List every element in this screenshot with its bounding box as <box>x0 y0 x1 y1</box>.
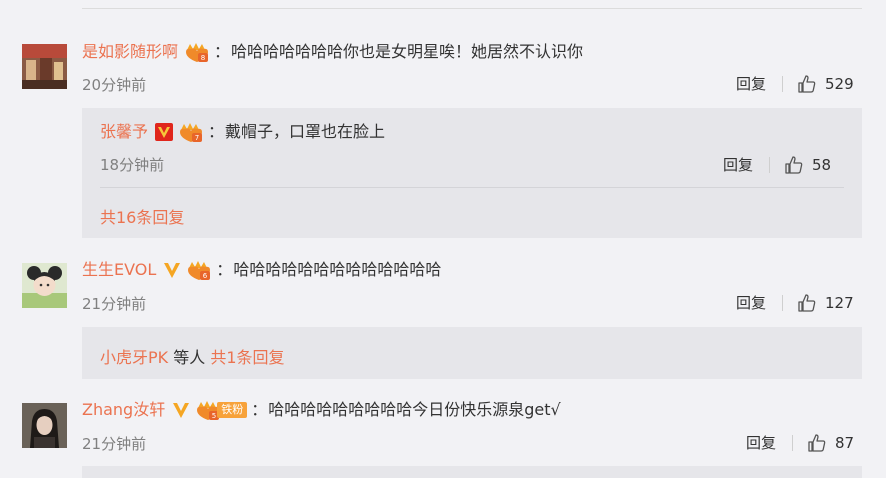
reply-button[interactable]: 回复 <box>736 292 766 313</box>
timestamp: 21分钟前 <box>82 295 147 313</box>
crown-heart-icon[interactable]: 6 <box>186 259 212 281</box>
colon: ： <box>208 122 225 141</box>
like-count: 58 <box>812 155 832 174</box>
comment-actions: 回复 127 <box>736 292 854 313</box>
username[interactable]: Zhang汝轩 <box>82 399 165 421</box>
like-count: 529 <box>825 74 854 93</box>
more-replies-link[interactable]: 共1条回复 <box>210 348 284 367</box>
crown-heart-icon[interactable]: 7 <box>178 121 204 143</box>
sub-reply-divider <box>100 187 844 188</box>
divider <box>769 156 771 173</box>
comment-text: 哈哈哈哈哈哈哈哈哈今日份快乐源泉get√ <box>268 400 561 419</box>
comment-line: 是如影随形啊 8 ： 哈哈哈哈哈哈哈你也是女明星唉！她居然不认识你 <box>82 41 583 63</box>
colon: ： <box>251 400 268 419</box>
colon: ： <box>214 42 231 61</box>
comment-text: 哈哈哈哈哈哈哈你也是女明星唉！她居然不认识你 <box>231 42 584 61</box>
fan-badge[interactable]: 5 铁粉 <box>195 399 248 421</box>
verified-v-icon[interactable] <box>162 260 182 280</box>
verified-v-icon[interactable] <box>154 122 174 142</box>
comment-line: 生生EVOL 6 ： 哈哈哈哈哈哈哈哈哈哈哈哈哈 <box>82 259 441 281</box>
svg-text:6: 6 <box>203 272 208 280</box>
avatar-image <box>22 403 67 448</box>
avatar[interactable] <box>22 403 67 448</box>
svg-text:5: 5 <box>212 412 216 420</box>
top-divider <box>82 8 862 9</box>
avatar[interactable] <box>22 263 67 308</box>
verified-v-icon[interactable] <box>171 400 191 420</box>
like-thumb-icon[interactable] <box>807 433 827 453</box>
like-count: 87 <box>835 433 855 452</box>
replies-summary-middle: 等人 <box>173 348 206 367</box>
like-thumb-icon[interactable] <box>797 293 817 313</box>
reply-button[interactable]: 回复 <box>723 154 753 175</box>
like-thumb-icon[interactable] <box>797 74 817 94</box>
sub-reply-timestamp: 18分钟前 <box>100 156 165 174</box>
avatar-image <box>22 44 67 89</box>
replier-username[interactable]: 小虎牙PK <box>100 348 168 367</box>
sub-reply-actions: 回复 58 <box>723 154 831 175</box>
like-count: 127 <box>825 293 854 312</box>
comment-actions: 回复 87 <box>746 432 854 453</box>
avatar[interactable] <box>22 44 67 89</box>
crown-heart-icon[interactable]: 8 <box>184 41 210 63</box>
fan-badge-label: 铁粉 <box>217 402 248 418</box>
comment-line: Zhang汝轩 5 铁粉 ： 哈哈哈哈哈哈哈哈哈今日份快乐源泉get√ <box>82 399 561 421</box>
reply-button[interactable]: 回复 <box>746 432 776 453</box>
username[interactable]: 生生EVOL <box>82 259 156 281</box>
comment-actions: 回复 529 <box>736 73 854 94</box>
divider <box>782 294 784 311</box>
sub-reply-text: 戴帽子，口罩也在脸上 <box>225 122 386 141</box>
username[interactable]: 是如影随形啊 <box>82 41 178 63</box>
divider <box>782 75 784 92</box>
reply-button[interactable]: 回复 <box>736 73 766 94</box>
replies-summary: 小虎牙PK 等人 共1条回复 <box>100 344 285 368</box>
sub-reply-line: 张馨予 7 ： 戴帽子，口罩也在脸上 <box>100 121 385 143</box>
like-thumb-icon[interactable] <box>784 155 804 175</box>
timestamp: 21分钟前 <box>82 435 147 453</box>
sub-reply-box <box>82 466 862 478</box>
sub-reply-username[interactable]: 张馨予 <box>100 121 148 143</box>
svg-text:7: 7 <box>195 134 199 142</box>
avatar-image <box>22 263 67 308</box>
more-replies-text[interactable]: 共16条回复 <box>100 208 184 227</box>
divider <box>792 434 794 451</box>
svg-text:8: 8 <box>201 54 205 62</box>
timestamp: 20分钟前 <box>82 76 147 94</box>
more-replies-link[interactable]: 共16条回复 <box>100 204 184 228</box>
colon: ： <box>216 260 233 279</box>
comment-text: 哈哈哈哈哈哈哈哈哈哈哈哈哈 <box>233 260 442 279</box>
